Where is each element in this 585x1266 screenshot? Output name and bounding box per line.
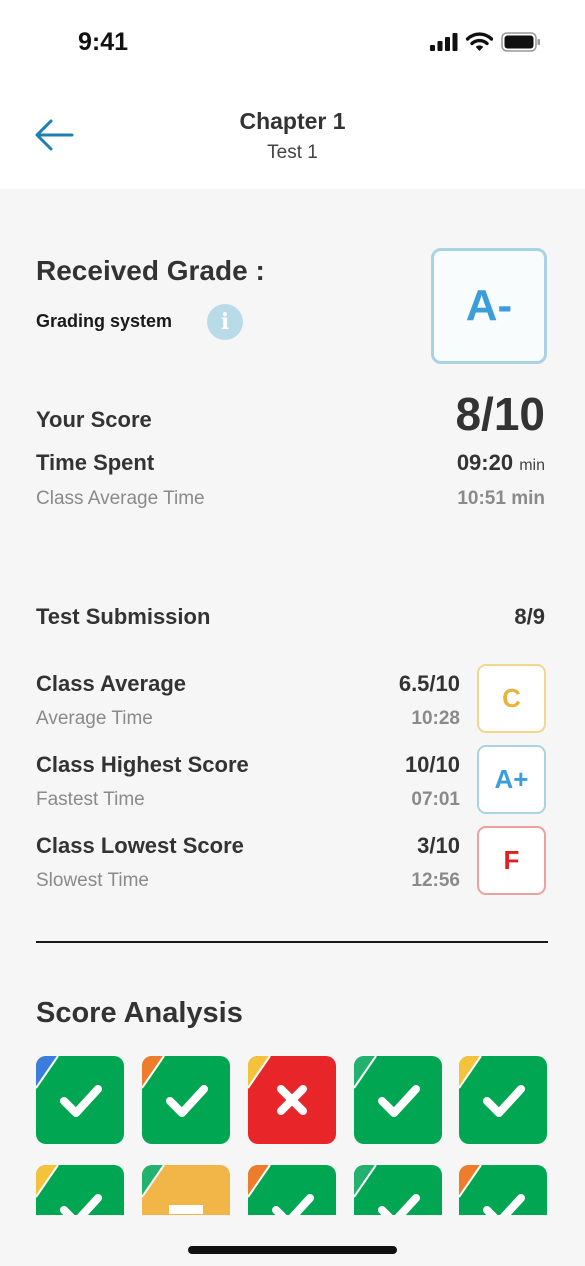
status-time: 9:41 — [78, 28, 129, 56]
class-lowest-score-value: 3/10 — [417, 833, 460, 858]
class-highest-grade-badge: A+ — [477, 745, 546, 814]
main-content[interactable]: Received Grade : Grading system i A- You… — [0, 189, 585, 1215]
received-grade-label: Received Grade : — [36, 255, 265, 286]
class-average-grade-badge: C — [477, 664, 546, 733]
class-average-time-label: Class Average Time — [36, 488, 205, 509]
question-tile[interactable] — [36, 1165, 124, 1215]
checkmark-icon — [272, 1194, 314, 1215]
x-mark-icon — [277, 1085, 307, 1115]
battery-icon — [501, 32, 540, 52]
nav-header: Chapter 1 Test 1 — [0, 88, 585, 189]
question-tile[interactable] — [459, 1056, 547, 1144]
received-grade-badge: A- — [431, 248, 547, 364]
your-score-value: 8/10 — [455, 388, 545, 440]
checkmark-icon — [166, 1085, 208, 1117]
status-icons — [430, 32, 541, 52]
score-analysis-title: Score Analysis — [36, 997, 243, 1029]
checkmark-icon — [483, 1194, 525, 1215]
question-tile[interactable] — [142, 1056, 230, 1144]
question-tile[interactable] — [36, 1056, 124, 1144]
test-submission-label: Test Submission — [36, 604, 211, 629]
class-average-label: Class Average — [36, 671, 187, 696]
section-divider — [36, 941, 548, 943]
question-tile[interactable] — [142, 1165, 230, 1215]
average-time-value: 10:28 — [411, 708, 460, 729]
class-lowest-grade-badge: F — [477, 826, 546, 895]
class-average-time-value: 10:51 min — [457, 488, 545, 509]
checkmark-icon — [483, 1085, 525, 1117]
slowest-time-value: 12:56 — [411, 870, 460, 891]
fastest-time-value: 07:01 — [411, 789, 460, 810]
page-subtitle: Test 1 — [267, 142, 318, 163]
slowest-time-label: Slowest Time — [36, 870, 149, 891]
page-title: Chapter 1 — [239, 108, 346, 134]
question-tile[interactable] — [459, 1165, 547, 1215]
class-lowest-score-label: Class Lowest Score — [36, 833, 244, 858]
question-tile[interactable] — [248, 1056, 336, 1144]
home-indicator-area — [0, 1215, 585, 1266]
home-indicator[interactable] — [188, 1246, 397, 1254]
checkmark-icon — [60, 1085, 102, 1117]
grading-system-label: Grading system — [36, 311, 173, 331]
test-submission-value: 8/9 — [514, 604, 545, 629]
time-spent-unit: min — [519, 457, 545, 474]
average-time-label: Average Time — [36, 708, 153, 729]
status-bar: 9:41 — [0, 0, 585, 88]
your-score-label: Your Score — [36, 407, 152, 432]
class-average-score: 6.5/10 — [398, 671, 460, 696]
question-tile[interactable] — [248, 1165, 336, 1215]
cellular-signal-icon — [430, 33, 458, 51]
checkmark-icon — [378, 1194, 420, 1215]
time-spent-number: 09:20 — [456, 450, 514, 475]
time-spent-value: 09:20 min — [457, 450, 545, 476]
checkmark-icon — [378, 1085, 420, 1117]
checkmark-icon — [60, 1194, 102, 1215]
wifi-icon — [466, 32, 493, 51]
pending-icon — [169, 1205, 203, 1214]
fastest-time-label: Fastest Time — [36, 789, 145, 810]
question-tile[interactable] — [354, 1165, 442, 1215]
info-icon[interactable]: i — [207, 304, 243, 340]
class-highest-score-value: 10/10 — [404, 752, 460, 777]
time-spent-label: Time Spent — [36, 450, 155, 475]
question-tile[interactable] — [354, 1056, 442, 1144]
class-highest-score-label: Class Highest Score — [36, 752, 249, 777]
